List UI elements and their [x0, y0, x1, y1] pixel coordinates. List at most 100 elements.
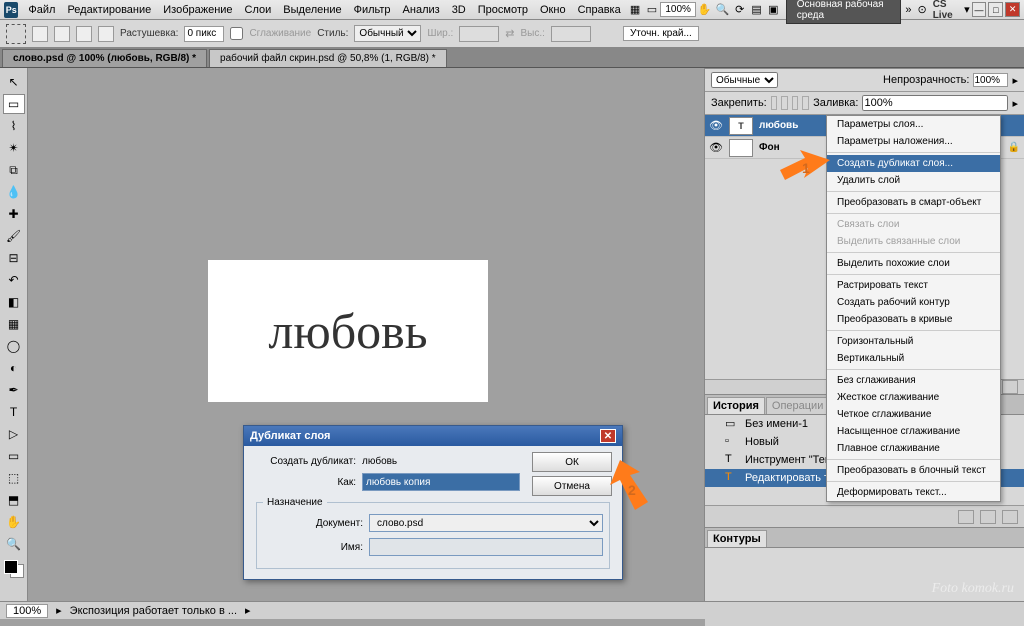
- workspace-switcher[interactable]: Основная рабочая среда: [786, 0, 902, 24]
- selection-mode-add[interactable]: [54, 26, 70, 42]
- cm-aa-sharp[interactable]: Жесткое сглаживание: [827, 389, 1000, 406]
- color-swatches[interactable]: [4, 560, 24, 578]
- cm-warp-text[interactable]: Деформировать текст...: [827, 484, 1000, 501]
- cancel-button[interactable]: Отмена: [532, 476, 612, 496]
- blend-mode-select[interactable]: Обычные: [711, 72, 778, 88]
- lasso-tool[interactable]: ⌇: [3, 116, 25, 136]
- zoom-tool[interactable]: 🔍: [3, 534, 25, 554]
- doc-tab-1[interactable]: слово.psd @ 100% (любовь, RGB/8) *: [2, 49, 207, 67]
- cm-vertical[interactable]: Вертикальный: [827, 350, 1000, 367]
- visibility-icon[interactable]: 👁: [709, 119, 723, 133]
- zoom-field[interactable]: 100%: [6, 604, 48, 618]
- cm-blending-options[interactable]: Параметры наложения...: [827, 133, 1000, 150]
- arrange-icon[interactable]: ▤: [750, 2, 763, 18]
- zoom-icon[interactable]: 🔍: [716, 2, 730, 18]
- type-tool[interactable]: T: [3, 402, 25, 422]
- layer-thumb-bg[interactable]: [729, 139, 753, 157]
- cm-layer-properties[interactable]: Параметры слоя...: [827, 116, 1000, 133]
- menu-analysis[interactable]: Анализ: [397, 2, 446, 18]
- layer-name[interactable]: Фон: [759, 142, 780, 153]
- dodge-tool[interactable]: ◐: [3, 358, 25, 378]
- cm-horizontal[interactable]: Горизонтальный: [827, 333, 1000, 350]
- menu-view[interactable]: Просмотр: [472, 2, 534, 18]
- move-tool[interactable]: ↖: [3, 72, 25, 92]
- cm-aa-crisp[interactable]: Четкое сглаживание: [827, 406, 1000, 423]
- cm-paragraph-text[interactable]: Преобразовать в блочный текст: [827, 462, 1000, 479]
- dialog-close-button[interactable]: ✕: [600, 429, 616, 443]
- create-doc-from-state-icon[interactable]: [958, 510, 974, 524]
- history-brush-tool[interactable]: ↶: [3, 270, 25, 290]
- workspace-more-icon[interactable]: »: [905, 4, 911, 16]
- marquee-tool-icon[interactable]: [6, 24, 26, 44]
- tab-history[interactable]: История: [707, 397, 765, 414]
- cm-create-workpath[interactable]: Создать рабочий контур: [827, 294, 1000, 311]
- menu-image[interactable]: Изображение: [157, 2, 238, 18]
- screen-mode-icon[interactable]: ▣: [767, 2, 780, 18]
- delete-state-icon[interactable]: [1002, 510, 1018, 524]
- layer-name[interactable]: любовь: [759, 120, 798, 131]
- style-select[interactable]: Обычный: [354, 25, 421, 42]
- fill-arrow-icon[interactable]: ▸: [1012, 97, 1018, 110]
- as-input[interactable]: [362, 473, 520, 491]
- antialias-checkbox[interactable]: [230, 27, 243, 40]
- cm-select-similar[interactable]: Выделить похожие слои: [827, 255, 1000, 272]
- lock-pixels-icon[interactable]: [781, 96, 788, 110]
- menu-file[interactable]: Файл: [22, 2, 61, 18]
- fill-input[interactable]: [862, 95, 1008, 111]
- cm-convert-smartobject[interactable]: Преобразовать в смарт-объект: [827, 194, 1000, 211]
- menu-select[interactable]: Выделение: [277, 2, 347, 18]
- marquee-tool[interactable]: ▭: [3, 94, 25, 114]
- selection-mode-intersect[interactable]: [98, 26, 114, 42]
- lock-transparent-icon[interactable]: [771, 96, 778, 110]
- foreground-color[interactable]: [4, 560, 18, 574]
- dialog-titlebar[interactable]: Дубликат слоя ✕: [244, 426, 622, 446]
- cm-delete-layer[interactable]: Удалить слой: [827, 172, 1000, 189]
- window-maximize[interactable]: □: [988, 2, 1003, 17]
- opacity-input[interactable]: [973, 73, 1008, 87]
- eyedropper-tool[interactable]: 💧: [3, 182, 25, 202]
- info-arrow-icon[interactable]: ▸: [245, 604, 251, 617]
- ok-button[interactable]: ОК: [532, 452, 612, 472]
- document-canvas[interactable]: любовь: [208, 260, 488, 402]
- zoom-level[interactable]: 100%: [660, 2, 696, 17]
- shape-tool[interactable]: ▭: [3, 446, 25, 466]
- cm-convert-to-shape[interactable]: Преобразовать в кривые: [827, 311, 1000, 328]
- stamp-tool[interactable]: ⊟: [3, 248, 25, 268]
- crop-tool[interactable]: ⧉: [3, 160, 25, 180]
- cm-rasterize-text[interactable]: Растрировать текст: [827, 277, 1000, 294]
- new-snapshot-icon[interactable]: [980, 510, 996, 524]
- window-minimize[interactable]: —: [972, 2, 987, 17]
- hand-icon[interactable]: ✋: [698, 2, 712, 18]
- pen-tool[interactable]: ✒: [3, 380, 25, 400]
- bridge-icon[interactable]: ▦: [629, 2, 642, 18]
- visibility-icon[interactable]: 👁: [709, 141, 723, 155]
- layer-thumb-text[interactable]: T: [729, 117, 753, 135]
- cslive-button[interactable]: CS Live: [933, 0, 962, 21]
- brush-tool[interactable]: 🖌: [3, 226, 25, 246]
- menu-help[interactable]: Справка: [572, 2, 627, 18]
- menu-filter[interactable]: Фильтр: [348, 2, 397, 18]
- menu-3d[interactable]: 3D: [446, 2, 472, 18]
- tab-paths[interactable]: Контуры: [707, 530, 767, 547]
- cm-aa-smooth[interactable]: Плавное сглаживание: [827, 440, 1000, 457]
- doc-info-icon[interactable]: ▸: [56, 604, 62, 617]
- lock-all-icon[interactable]: [802, 96, 809, 110]
- refine-edge-button[interactable]: Уточн. край...: [623, 26, 699, 41]
- gradient-tool[interactable]: ▦: [3, 314, 25, 334]
- selection-mode-sub[interactable]: [76, 26, 92, 42]
- opacity-arrow-icon[interactable]: ▸: [1012, 74, 1018, 87]
- path-select-tool[interactable]: ▷: [3, 424, 25, 444]
- menu-edit[interactable]: Редактирование: [61, 2, 157, 18]
- doc-tab-2[interactable]: рабочий файл скрин.psd @ 50,8% (1, RGB/8…: [209, 49, 447, 67]
- 3d-camera-tool[interactable]: ⬒: [3, 490, 25, 510]
- menu-layers[interactable]: Слои: [239, 2, 278, 18]
- cm-duplicate-layer[interactable]: Создать дубликат слоя...: [827, 155, 1000, 172]
- feather-input[interactable]: [184, 26, 224, 42]
- eraser-tool[interactable]: ◧: [3, 292, 25, 312]
- 3d-tool[interactable]: ⬚: [3, 468, 25, 488]
- view-extras-icon[interactable]: ▭: [646, 2, 659, 18]
- tab-actions[interactable]: Операции: [766, 397, 829, 414]
- blur-tool[interactable]: ◯: [3, 336, 25, 356]
- selection-mode-new[interactable]: [32, 26, 48, 42]
- window-close[interactable]: ✕: [1005, 2, 1020, 17]
